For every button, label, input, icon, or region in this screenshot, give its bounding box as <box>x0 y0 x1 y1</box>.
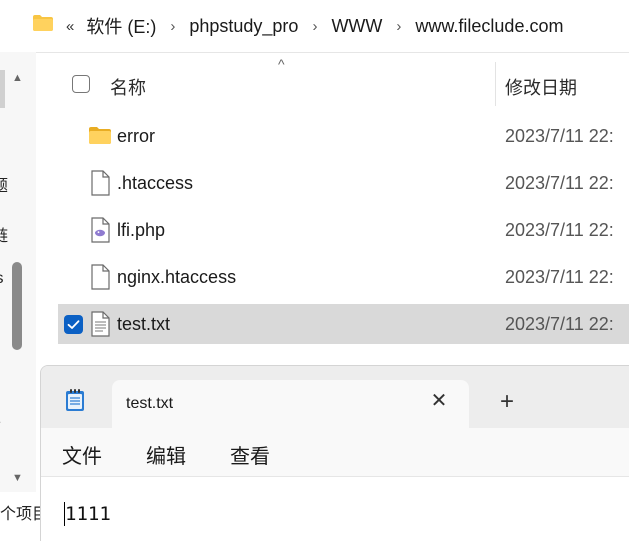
sort-up-icon: ^ <box>278 56 285 72</box>
editor-content[interactable]: 1111 <box>65 503 111 525</box>
nav-item-clipped[interactable]: 题 <box>0 172 8 196</box>
column-name[interactable]: 名称 <box>110 74 146 100</box>
breadcrumb-overflow[interactable]: « <box>66 18 74 35</box>
file-name: error <box>117 126 156 146</box>
file-date: 2023/7/11 22: <box>505 126 614 146</box>
file-row[interactable]: error 2023/7/11 22: <box>58 116 629 156</box>
text-file-icon <box>88 311 112 342</box>
file-date: 2023/7/11 22: <box>505 173 614 193</box>
nav-item-clipped[interactable]: e <box>0 414 1 432</box>
file-row[interactable]: lfi.php 2023/7/11 22: <box>58 210 629 250</box>
text-editor[interactable]: 1111 <box>41 477 629 541</box>
scroll-down-icon[interactable]: ▼ <box>12 472 23 484</box>
notepad-tab-bar: test.txt ✕ + <box>41 366 629 428</box>
nav-item-clipped[interactable]: 链 <box>0 222 8 246</box>
notepad-app-icon <box>65 388 85 417</box>
breadcrumb-www[interactable]: WWW <box>331 16 382 37</box>
file-date: 2023/7/11 22: <box>505 220 614 240</box>
nav-item-clipped[interactable]: ls <box>0 270 4 288</box>
menu-file[interactable]: 文件 <box>62 440 102 469</box>
file-date: 2023/7/11 22: <box>505 267 614 287</box>
menu-view[interactable]: 查看 <box>230 440 270 469</box>
folder-icon <box>32 14 54 37</box>
nav-item-clipped[interactable]: d <box>0 318 1 336</box>
tab-title: test.txt <box>126 395 174 412</box>
column-divider[interactable] <box>495 62 496 106</box>
file-name: nginx.htaccess <box>117 267 237 287</box>
scrollbar-thumb[interactable] <box>12 262 22 350</box>
vertical-scrollbar[interactable]: ▲ ▼ <box>9 52 26 492</box>
column-header: 名称 ^ 修改日期 <box>58 56 629 106</box>
folder-icon <box>88 123 112 152</box>
notepad-window: test.txt ✕ + 文件 编辑 查看 1111 <box>40 365 629 541</box>
pane-edge <box>0 70 5 108</box>
check-icon <box>67 320 80 329</box>
new-tab-button[interactable]: + <box>495 390 519 414</box>
scroll-up-icon[interactable]: ▲ <box>12 72 23 84</box>
chevron-right-icon[interactable]: › <box>170 18 175 35</box>
file-icon <box>88 170 112 201</box>
select-all-checkbox[interactable] <box>72 75 90 93</box>
chevron-right-icon[interactable]: › <box>312 18 317 35</box>
notepad-menu-bar: 文件 编辑 查看 <box>41 428 629 477</box>
breadcrumb-phpstudy[interactable]: phpstudy_pro <box>189 16 298 37</box>
file-name: lfi.php <box>117 220 166 240</box>
row-checkbox-checked[interactable] <box>64 315 83 334</box>
tab-test-txt[interactable]: test.txt ✕ <box>112 380 469 428</box>
breadcrumb-drive[interactable]: 软件 (E:) <box>86 13 156 39</box>
close-icon[interactable]: ✕ <box>428 390 450 412</box>
file-name: .htaccess <box>117 173 194 193</box>
navigation-pane-labels: 题 链 ls d e <box>0 52 8 492</box>
file-row[interactable]: .htaccess 2023/7/11 22: <box>58 163 629 203</box>
column-date-modified[interactable]: 修改日期 <box>505 74 577 100</box>
file-date: 2023/7/11 22: <box>505 314 614 334</box>
file-row[interactable]: nginx.htaccess 2023/7/11 22: <box>58 257 629 297</box>
file-row-selected[interactable]: test.txt 2023/7/11 22: <box>58 304 629 344</box>
breadcrumb-site[interactable]: www.fileclude.com <box>415 16 563 37</box>
menu-edit[interactable]: 编辑 <box>146 440 186 469</box>
address-bar[interactable]: « 软件 (E:) › phpstudy_pro › WWW › www.fil… <box>20 0 629 53</box>
breadcrumb: « 软件 (E:) › phpstudy_pro › WWW › www.fil… <box>66 14 563 38</box>
php-file-icon <box>88 217 112 248</box>
chevron-right-icon[interactable]: › <box>396 18 401 35</box>
file-name: test.txt <box>117 314 171 334</box>
file-icon <box>88 264 112 295</box>
